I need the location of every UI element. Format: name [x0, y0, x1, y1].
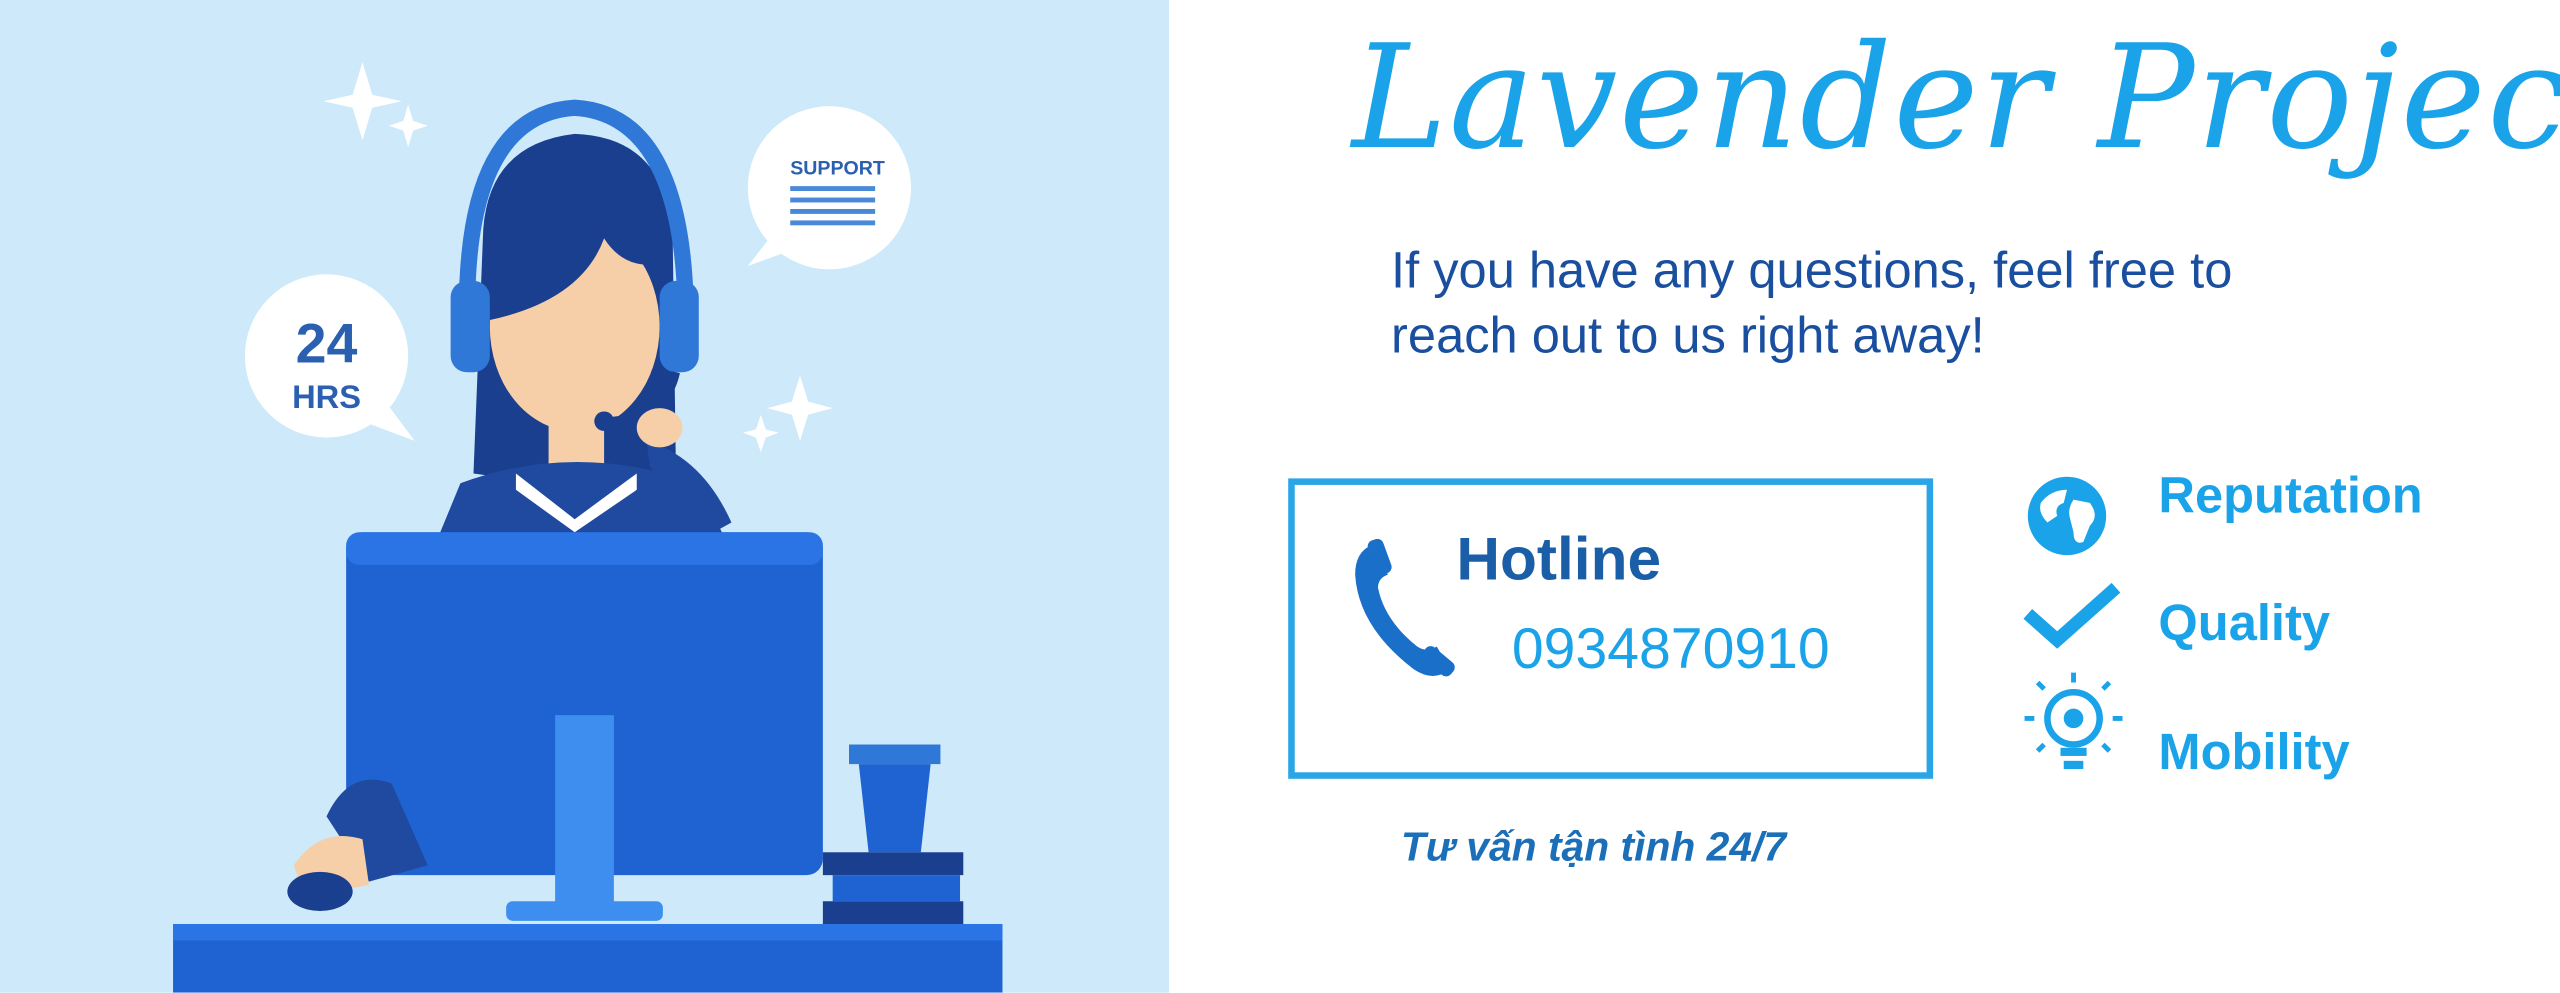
support-bubble-text: SUPPORT — [790, 158, 885, 180]
sparkle-icon — [388, 104, 428, 147]
feature-reputation: Reputation — [2158, 466, 2423, 525]
feature-quality: Quality — [2158, 594, 2331, 652]
hours-bubble-unit: HRS — [292, 378, 361, 415]
hotline-number[interactable]: 0934870910 — [1512, 617, 1830, 682]
intro-text: If you have any questions, feel free to … — [1391, 238, 2371, 369]
brand-title: Lavender Project — [1351, 13, 2560, 182]
support-agent-graphic: SUPPORT 24 HRS — [173, 62, 1003, 993]
tagline: Tư vấn tận tình 24/7 — [1400, 824, 1787, 871]
sparkle-icon — [323, 62, 402, 141]
globe-icon — [2025, 473, 2110, 566]
support-speech-bubble: SUPPORT — [747, 106, 912, 270]
checkmark-icon — [2021, 581, 2122, 658]
sparkle-icon — [742, 414, 779, 453]
intro-line-1: If you have any questions, feel free to — [1391, 241, 2233, 299]
phone-icon — [1349, 538, 1460, 691]
lightbulb-gear-icon — [2021, 669, 2125, 791]
support-illustration: SUPPORT 24 HRS — [0, 0, 1170, 993]
sparkle-icon — [767, 375, 833, 441]
hours-bubble-number: 24 — [296, 312, 358, 374]
feature-mobility: Mobility — [2158, 723, 2350, 781]
hours-speech-bubble: 24 HRS — [244, 274, 415, 441]
hotline-label: Hotline — [1456, 525, 1662, 593]
intro-line-2: reach out to us right away! — [1391, 306, 1985, 365]
